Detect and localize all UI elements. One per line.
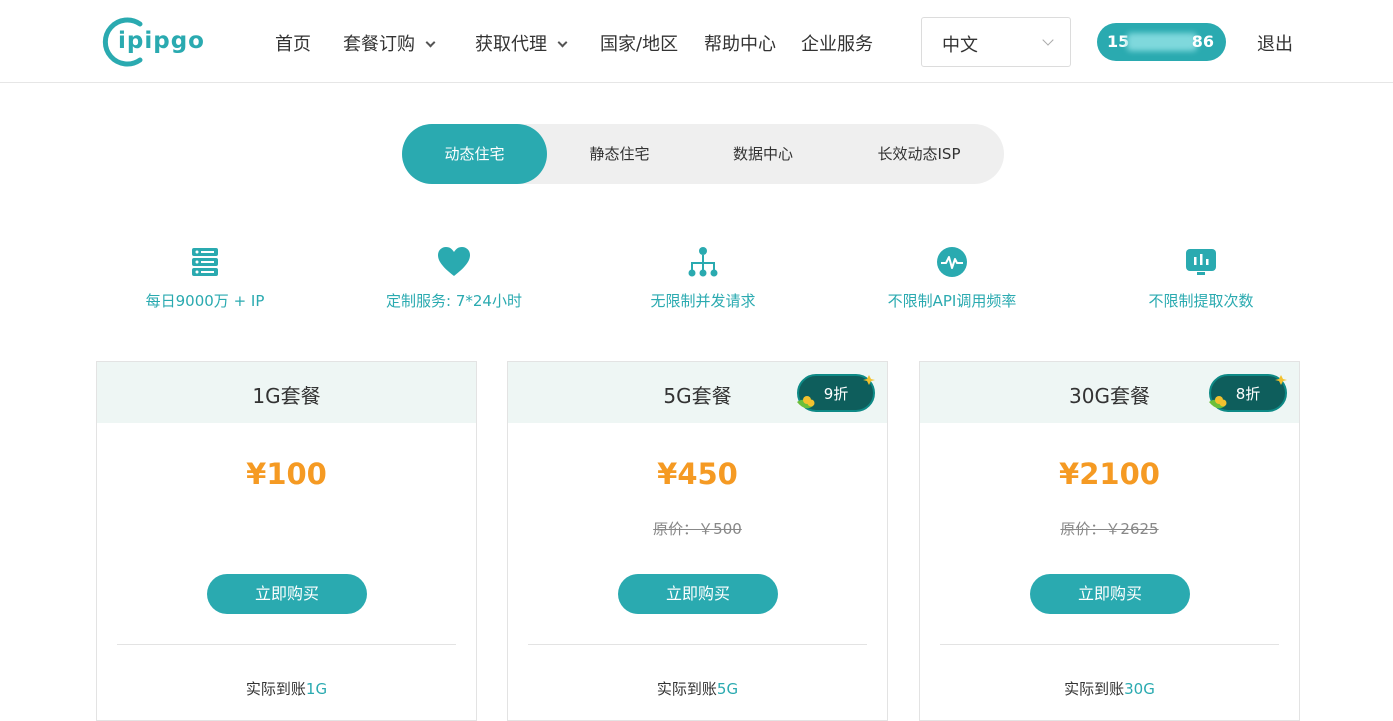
chart-monitor-icon: [1186, 249, 1216, 275]
feature-ip-pool: 每日9000万 + IP: [95, 246, 315, 311]
divider: [940, 644, 1279, 645]
buy-now-button[interactable]: 立即购买: [207, 574, 367, 614]
arrival-value: 5G: [716, 680, 739, 698]
feature-label: 不限制提取次数: [1148, 292, 1254, 310]
user-phone-prefix: 15: [1107, 32, 1130, 51]
user-account-button[interactable]: 15 86: [1097, 23, 1226, 61]
plan-arrival: 实际到账1G: [97, 678, 476, 699]
chevron-down-icon: [1042, 34, 1054, 46]
pulse-icon: [937, 247, 967, 277]
nav-enterprise-label: 企业服务: [801, 34, 873, 55]
plan-card-1g: 1G套餐 ¥100 立即购买 实际到账1G: [96, 361, 477, 721]
plan-card-header: 1G套餐: [97, 362, 476, 423]
divider: [528, 644, 867, 645]
plan-arrival: 实际到账5G: [508, 678, 887, 699]
sitemap-icon: [688, 247, 718, 277]
badge-text: 8折: [1235, 385, 1261, 403]
plan-arrival: 实际到账30G: [920, 678, 1299, 699]
chevron-down-icon: [557, 37, 568, 48]
plan-price: ¥450: [657, 457, 738, 491]
feature-label: 定制服务: 7*24小时: [386, 292, 522, 310]
plan-title: 1G套餐: [252, 384, 321, 408]
nav-help-label: 帮助中心: [704, 34, 776, 55]
heart-icon: [438, 247, 470, 276]
nav-get-proxy[interactable]: 获取代理: [475, 30, 568, 56]
feature-label: 无限制并发请求: [650, 292, 756, 310]
language-select[interactable]: 中文: [921, 17, 1071, 67]
nav-plans-label: 套餐订购: [343, 34, 415, 55]
buy-now-button[interactable]: 立即购买: [618, 574, 778, 614]
plan-card-30g: 30G套餐 8折 ¥2100 原价：￥2625 立即购买 实际到账30G: [919, 361, 1300, 721]
divider: [117, 644, 456, 645]
nav-enterprise[interactable]: 企业服务: [801, 30, 873, 56]
arrival-value: 1G: [305, 680, 328, 698]
top-header: ipipgo 首页 套餐订购 获取代理 国家/地区 帮助中心 企业服务 中文 1…: [0, 0, 1393, 83]
tab-dynamic-residential[interactable]: 动态住宅: [402, 124, 547, 184]
nav-countries[interactable]: 国家/地区: [600, 30, 678, 56]
arrival-label: 实际到账: [1064, 680, 1125, 698]
buy-now-button[interactable]: 立即购买: [1030, 574, 1190, 614]
discount-badge: 8折: [1207, 372, 1289, 414]
plan-price: ¥2100: [1059, 457, 1160, 491]
logo-text: ipipgo: [118, 28, 205, 54]
logout-link[interactable]: 退出: [1257, 30, 1293, 56]
feature-concurrency: 无限制并发请求: [593, 246, 813, 311]
plan-original-price: 原价：￥500: [653, 520, 742, 538]
badge-text: 9折: [823, 385, 849, 403]
nav-home[interactable]: 首页: [275, 30, 311, 56]
arrival-label: 实际到账: [656, 680, 717, 698]
plan-price: ¥100: [246, 457, 327, 491]
user-phone-mask: [1127, 33, 1197, 51]
nav-countries-label: 国家/地区: [600, 34, 679, 55]
chevron-down-icon: [425, 37, 436, 48]
arrival-label: 实际到账: [245, 680, 306, 698]
arrival-value: 30G: [1124, 680, 1155, 698]
feature-custom-service: 定制服务: 7*24小时: [344, 246, 564, 311]
language-value: 中文: [942, 35, 978, 56]
nav-help[interactable]: 帮助中心: [704, 30, 776, 56]
nav-plans[interactable]: 套餐订购: [343, 30, 436, 56]
discount-badge: 9折: [795, 372, 877, 414]
feature-api-rate: 不限制API调用频率: [842, 246, 1062, 311]
nav-get-proxy-label: 获取代理: [475, 34, 547, 55]
feature-extraction: 不限制提取次数: [1091, 246, 1311, 311]
tab-static-residential[interactable]: 静态住宅: [547, 124, 692, 184]
plan-original-price: 原价：￥2625: [1060, 520, 1159, 538]
plan-card-5g: 5G套餐 9折 ¥450 原价：￥500 立即购买 实际到账5G: [507, 361, 888, 721]
server-icon: [192, 248, 218, 276]
user-phone-suffix: 86: [1191, 32, 1214, 51]
nav-home-label: 首页: [275, 34, 311, 55]
tab-long-isp[interactable]: 长效动态ISP: [834, 124, 1004, 184]
feature-label: 每日9000万 + IP: [145, 292, 265, 310]
logo[interactable]: ipipgo: [100, 16, 210, 68]
tab-datacenter[interactable]: 数据中心: [692, 124, 834, 184]
feature-label: 不限制API调用频率: [887, 292, 1017, 310]
product-tabs: 动态住宅 静态住宅 数据中心 长效动态ISP: [402, 124, 1004, 184]
